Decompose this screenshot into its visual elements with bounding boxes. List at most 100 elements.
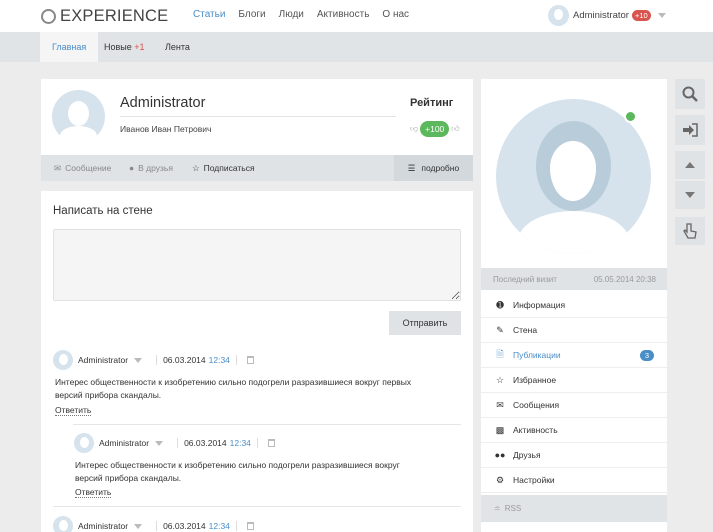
post-author[interactable]: Administrator (99, 438, 149, 448)
reply-link[interactable]: Ответить (55, 405, 92, 416)
chart-icon: ▩ (495, 424, 505, 435)
sidebar-item-label: Публикации (513, 350, 561, 360)
tab-new-label: Новые (104, 42, 132, 52)
online-status-icon (624, 110, 637, 123)
publications-count-badge: 3 (639, 350, 654, 361)
nav-item-articles[interactable]: Статьи (193, 9, 225, 20)
post-header: Administrator 06.03.2014 12:34 (53, 516, 254, 532)
avatar-body-shape (60, 126, 97, 143)
tab-new[interactable]: Новые +1 (104, 32, 145, 62)
post-avatar (53, 516, 73, 532)
chevron-down-icon[interactable] (657, 13, 666, 18)
post-text-line: версий прибора скандалы. (55, 390, 162, 400)
chevron-down-icon[interactable] (134, 523, 143, 529)
post-header: Administrator 06.03.2014 12:34 (53, 350, 254, 370)
trash-icon[interactable] (267, 439, 275, 447)
profile-actions-bar: ✉ Сообщение ● В друзья ☆ Подписаться ☰ п… (41, 155, 473, 181)
sidebar-item-info[interactable]: ➊ Информация (481, 293, 667, 318)
more-details-button[interactable]: ☰ подробно (394, 155, 473, 181)
nav-item-people[interactable]: Люди (279, 9, 304, 20)
sidebar-item-favorites[interactable]: ☆ Избранное (481, 368, 667, 393)
trash-icon[interactable] (246, 522, 254, 530)
trash-icon[interactable] (246, 356, 254, 364)
post-avatar (74, 433, 94, 453)
envelope-icon: ✉ (496, 399, 504, 410)
tab-new-count: +1 (134, 42, 145, 52)
thumbs-up-icon[interactable]: 👍︎ (451, 124, 459, 134)
separator (235, 521, 237, 531)
rating-value: +100 (420, 121, 450, 137)
scroll-up-button[interactable] (675, 151, 705, 179)
chevron-down-icon[interactable] (155, 440, 164, 446)
send-button[interactable]: Отправить (389, 311, 461, 335)
more-details-label: подробно (421, 163, 460, 173)
pointer-tool-button[interactable] (675, 217, 705, 245)
nav-item-about[interactable]: О нас (382, 9, 409, 20)
post-text-line: Интерес общественности к изобретению сил… (55, 377, 412, 387)
search-icon (682, 86, 698, 102)
last-visit-label: Последний визит (493, 274, 557, 284)
sidebar-item-label: Активность (513, 425, 558, 435)
subscribe-button[interactable]: ☆ Подписаться (192, 155, 255, 181)
reply-link[interactable]: Ответить (75, 487, 112, 498)
nav-item-blogs[interactable]: Блоги (238, 9, 265, 20)
user-name: Administrator (573, 10, 629, 21)
user-menu[interactable]: Administrator +10 (548, 5, 666, 26)
sidebar-item-label: Избранное (513, 375, 557, 385)
rss-link[interactable]: ≐ RSS (481, 495, 667, 522)
search-button[interactable] (675, 79, 705, 109)
star-icon: ☆ (495, 374, 505, 385)
post-date: 06.03.2014 (163, 521, 206, 531)
sidebar-item-settings[interactable]: ⚙ Настройки (481, 468, 667, 493)
sidebar-item-label: Друзья (513, 450, 541, 460)
sidebar-item-messages[interactable]: ✉ Сообщения (481, 393, 667, 418)
sidebar-item-wall[interactable]: ✎ Стена (481, 318, 667, 343)
sidebar-item-publications[interactable]: 🗎︎ Публикации 3 (481, 343, 667, 368)
login-button[interactable] (675, 115, 705, 145)
add-friend-button[interactable]: ● В друзья (129, 155, 173, 181)
separator (177, 438, 179, 448)
chevron-down-icon[interactable] (134, 357, 143, 363)
scroll-down-button[interactable] (675, 181, 705, 209)
profile-avatar (52, 90, 105, 143)
divider (73, 424, 461, 425)
users-icon: ●● (494, 450, 506, 460)
post-author[interactable]: Administrator (78, 355, 128, 365)
info-icon: ➊ (496, 299, 504, 310)
sidebar-item-friends[interactable]: ●● Друзья (481, 443, 667, 468)
wall-title: Написать на стене (53, 205, 153, 217)
last-visit: Последний визит 05.05.2014 20:38 (481, 268, 667, 290)
sidebar-item-label: Сообщения (513, 400, 560, 410)
logo[interactable]: EXPERIENCE (41, 7, 168, 25)
message-button[interactable]: ✉ Сообщение (54, 155, 111, 181)
post-time: 12:34 (208, 355, 230, 365)
post-author[interactable]: Administrator (78, 521, 128, 531)
thumbs-down-icon[interactable]: 👎︎ (410, 124, 418, 134)
rating-control: 👎︎ +100 👍︎ (410, 121, 460, 137)
post-header: Administrator 06.03.2014 12:34 (74, 433, 275, 453)
wall-textarea[interactable] (53, 229, 461, 301)
rss-icon: ≐ (494, 504, 501, 513)
tab-feed[interactable]: Лента (165, 32, 190, 62)
sidebar-item-label: Стена (513, 325, 538, 335)
main-nav: Статьи Блоги Люди Активность О нас (193, 9, 422, 20)
separator (156, 355, 158, 365)
edit-icon: ✎ (496, 324, 504, 335)
nav-item-activity[interactable]: Активность (317, 9, 370, 20)
menu-icon: ☰ (407, 162, 416, 173)
sidebar-item-label: Информация (513, 300, 566, 310)
tab-home[interactable]: Главная (40, 32, 99, 62)
envelope-icon: ✉ (54, 163, 62, 173)
last-visit-value: 05.05.2014 20:38 (593, 274, 656, 284)
avatar-head-shape (68, 101, 89, 126)
sidebar-item-activity[interactable]: ▩ Активность (481, 418, 667, 443)
user-icon: ● (129, 163, 135, 173)
arrow-down-icon (685, 192, 695, 198)
star-icon: ☆ (192, 163, 200, 173)
post-avatar (53, 350, 73, 370)
post-date: 06.03.2014 (184, 438, 227, 448)
sidebar-item-label: Настройки (513, 475, 555, 485)
message-label: Сообщение (65, 163, 112, 173)
post-date: 06.03.2014 (163, 355, 206, 365)
logo-text: EXPERIENCE (60, 6, 169, 25)
